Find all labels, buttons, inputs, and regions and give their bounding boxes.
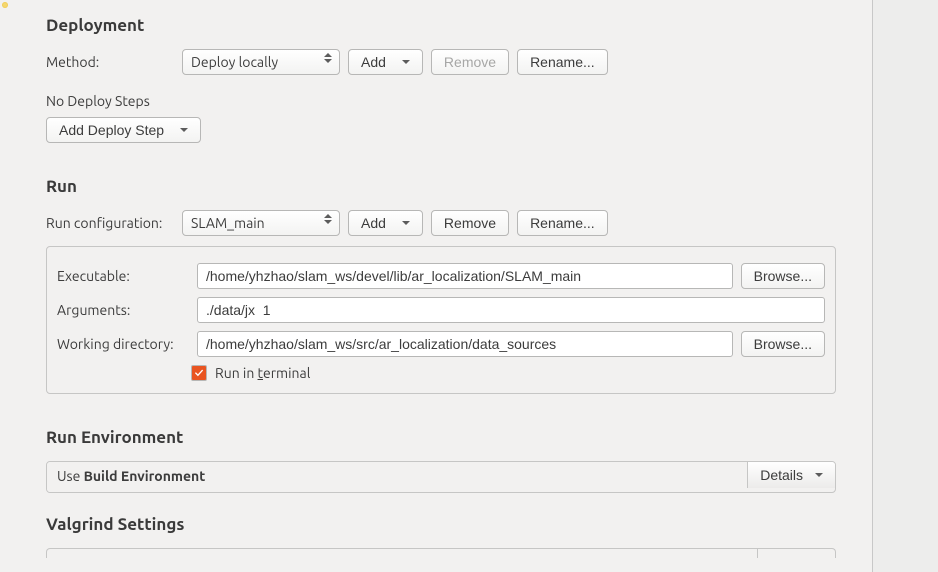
run-settings-panel: Executable: Browse... Arguments: Working… [46,246,836,394]
rename-label: Rename... [530,54,595,70]
run-add-button[interactable]: Add [348,210,423,236]
workdir-browse-button[interactable]: Browse... [741,331,825,357]
remove-label: Remove [444,54,496,70]
run-env-bar: Use Build Environment Details [46,461,836,493]
run-config-row: Run configuration: SLAM_main Add Remove … [46,210,872,236]
run-in-terminal-checkbox[interactable]: ✓ [191,365,207,381]
run-config-value: SLAM_main [182,210,340,236]
arguments-label: Arguments: [57,302,189,318]
workdir-row: Working directory: Browse... [57,331,825,357]
details-button[interactable]: Details [747,462,835,488]
chevron-down-icon [402,60,410,64]
run-in-terminal-label: Run in terminal [215,365,310,381]
run-env-heading: Run Environment [46,428,872,447]
chevron-down-icon [180,128,188,132]
deployment-method-row: Method: Deploy locally Add Remove Rename… [46,49,872,75]
browse-label: Browse... [754,336,812,352]
use-bold: Build Environment [84,468,206,484]
valgrind-heading: Valgrind Settings [46,515,872,534]
rename-label: Rename... [530,215,595,231]
executable-browse-button[interactable]: Browse... [741,263,825,289]
deployment-add-button[interactable]: Add [348,49,423,75]
arguments-input[interactable] [197,297,825,323]
run-config-combo[interactable]: SLAM_main [182,210,340,236]
add-deploy-step-button[interactable]: Add Deploy Step [46,117,201,143]
method-combo[interactable]: Deploy locally [182,49,340,75]
use-prefix: Use [57,468,84,484]
run-rename-button[interactable]: Rename... [517,210,608,236]
right-gutter [872,0,938,572]
rt-suffix: erminal [263,365,310,381]
run-heading: Run [46,177,872,196]
deployment-heading: Deployment [46,16,872,35]
run-config-label: Run configuration: [46,215,174,231]
add-label: Add [361,54,386,70]
executable-row: Executable: Browse... [57,263,825,289]
chevron-down-icon [402,221,410,225]
add-deploy-step-label: Add Deploy Step [59,122,164,138]
executable-input[interactable] [197,263,733,289]
method-label: Method: [46,54,174,70]
chevron-down-icon [815,473,823,477]
add-label: Add [361,215,386,231]
deployment-remove-button: Remove [431,49,509,75]
workdir-input[interactable] [197,331,733,357]
window-edge-strip [0,0,12,572]
deployment-rename-button[interactable]: Rename... [517,49,608,75]
arguments-row: Arguments: [57,297,825,323]
browse-label: Browse... [754,268,812,284]
remove-label: Remove [444,215,496,231]
run-in-terminal-row: ✓ Run in terminal [191,365,825,381]
executable-label: Executable: [57,268,189,284]
settings-main: Deployment Method: Deploy locally Add Re… [12,0,872,572]
no-deploy-steps-label: No Deploy Steps [46,93,872,109]
run-remove-button[interactable]: Remove [431,210,509,236]
rt-prefix: Run in [215,365,258,381]
valgrind-bar-partial [46,548,836,558]
run-env-text: Use Build Environment [47,462,747,492]
workdir-label: Working directory: [57,336,189,352]
method-combo-value: Deploy locally [182,49,340,75]
details-label: Details [760,467,803,483]
